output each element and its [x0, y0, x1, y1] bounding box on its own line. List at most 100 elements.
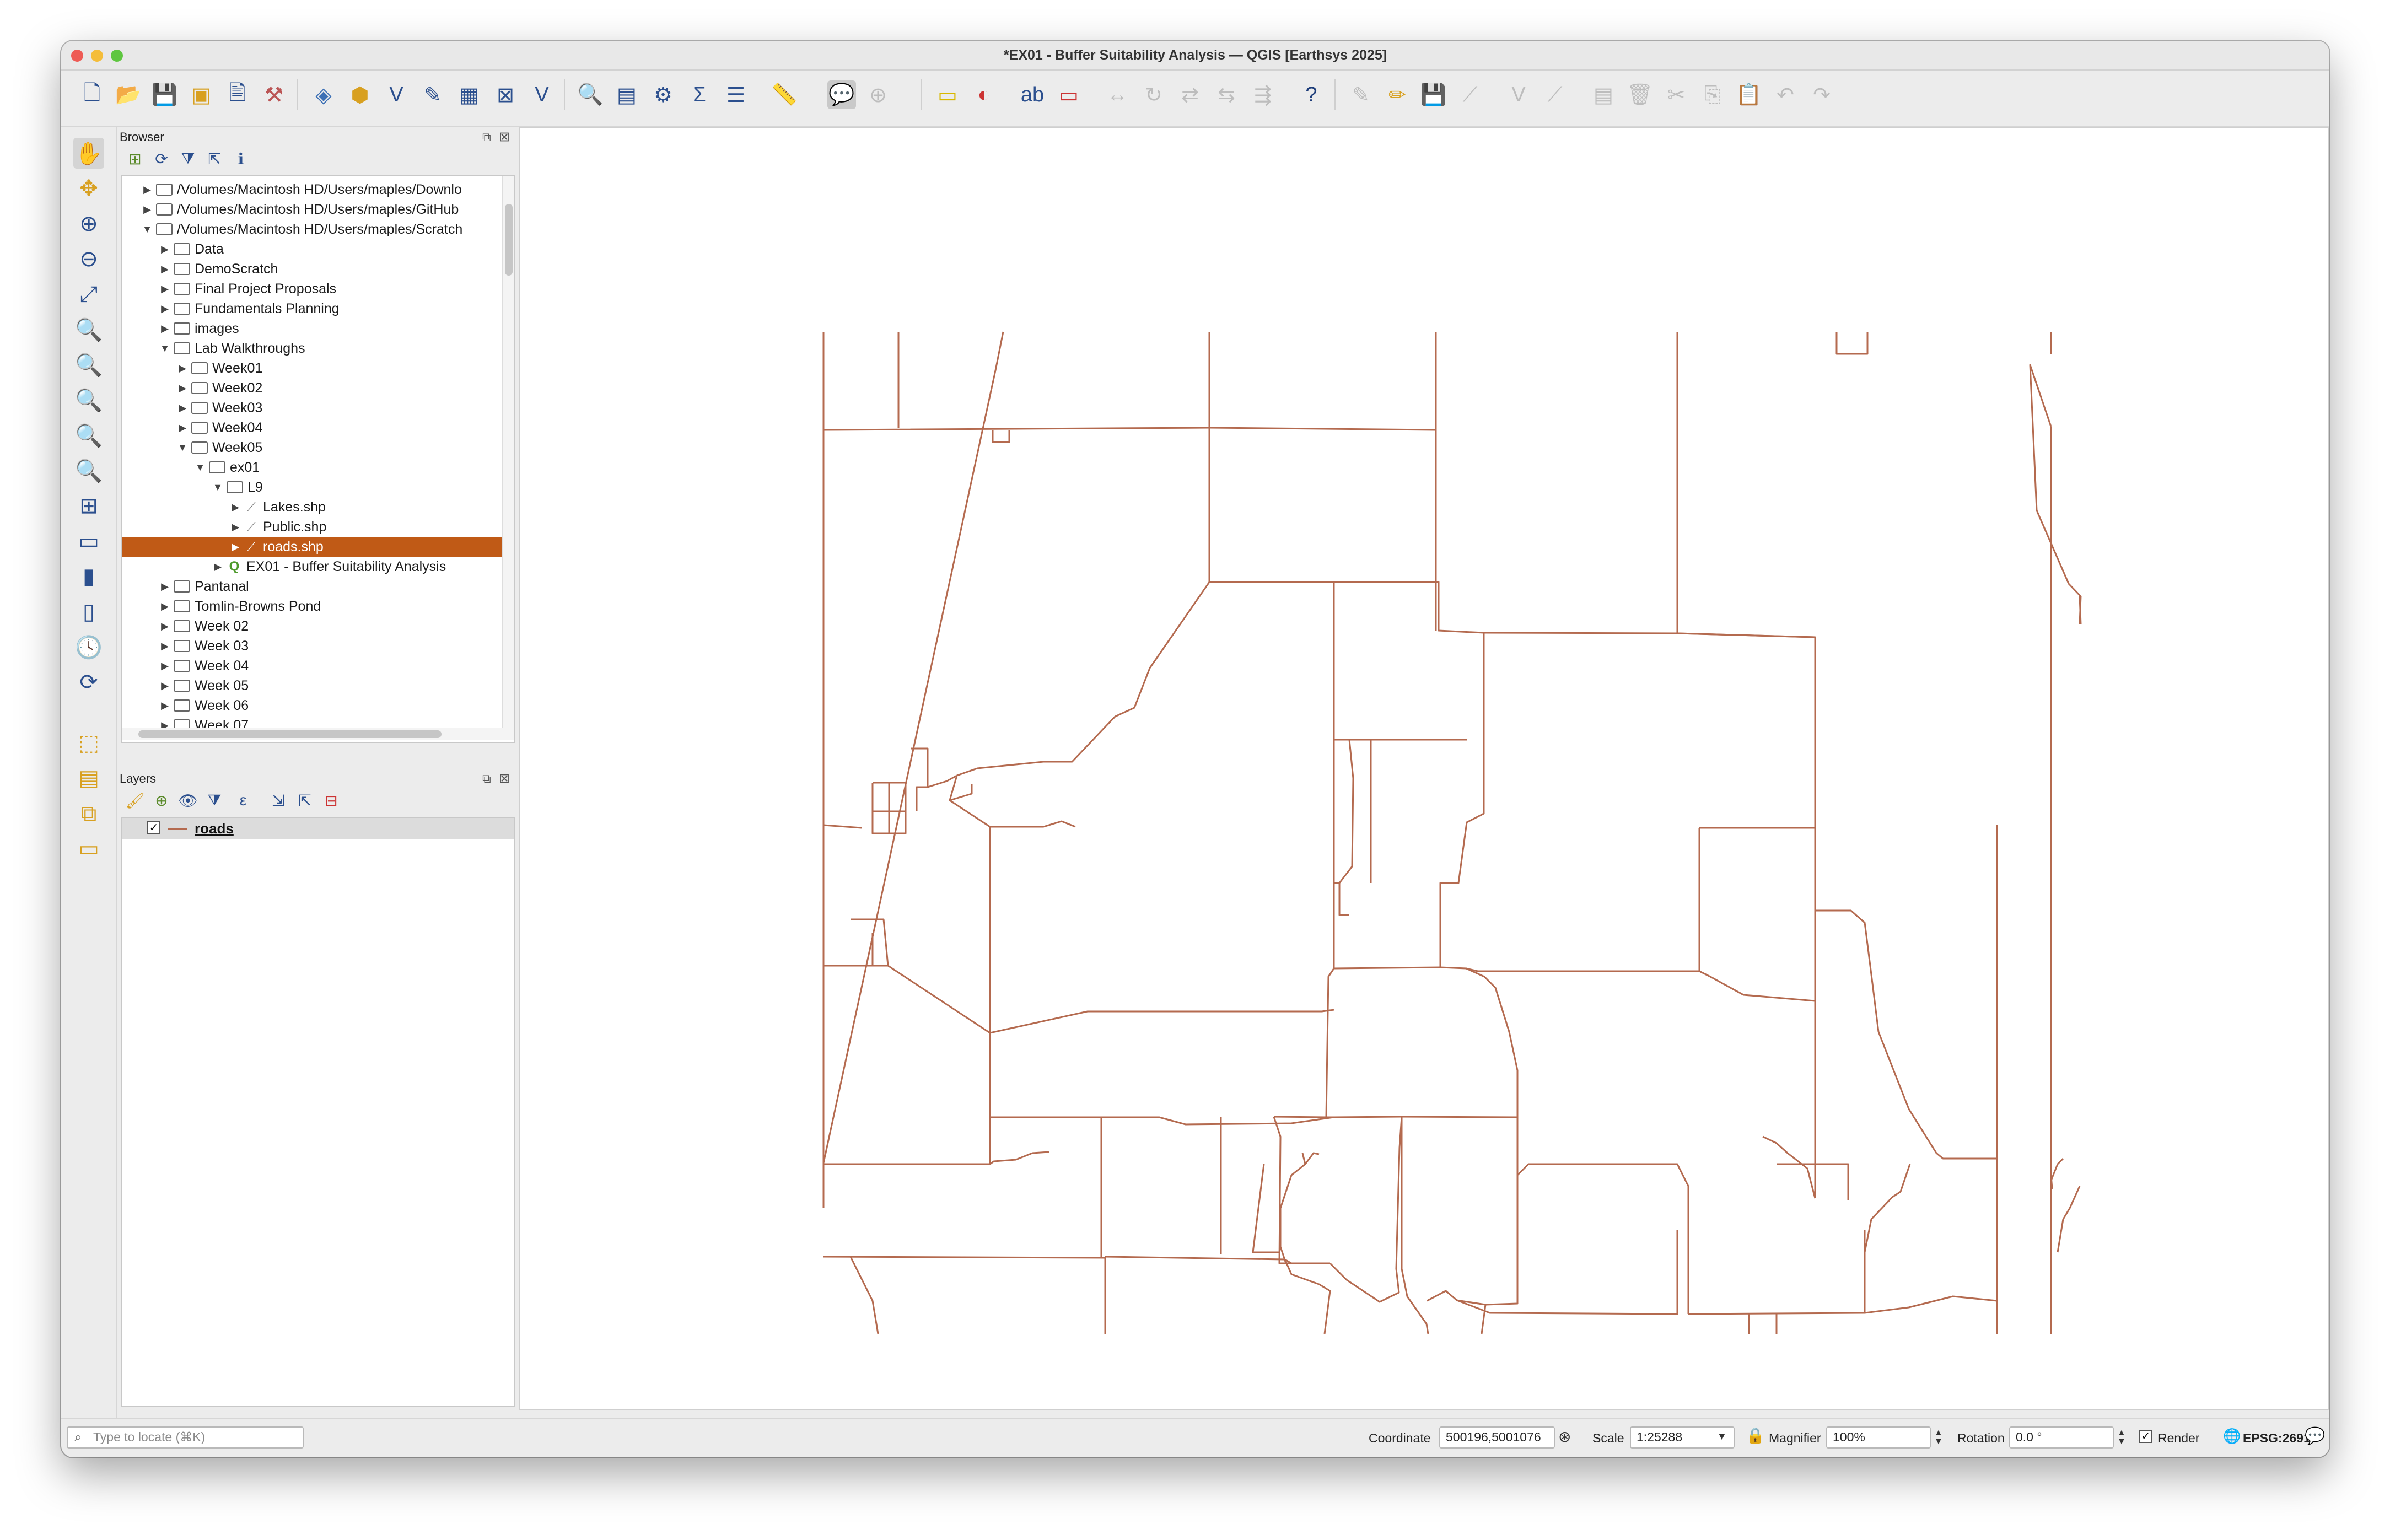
temporal-icon[interactable]: ▯ [73, 596, 104, 627]
zoom-out-icon[interactable]: ⊖ [73, 244, 104, 274]
collapsed-arrow-icon[interactable]: ▶ [177, 422, 188, 434]
open-project-icon[interactable]: 📂 [114, 80, 143, 109]
browser-item[interactable]: ▶ images [122, 319, 502, 338]
statistics-icon[interactable]: Σ [685, 80, 714, 109]
pan-icon[interactable]: ✋ [73, 138, 104, 169]
collapsed-arrow-icon[interactable]: ▶ [230, 521, 241, 533]
deselect-icon[interactable]: ⧉ [73, 798, 104, 829]
new-bookmark-icon[interactable]: ⊞ [73, 491, 104, 521]
collapse-all-icon[interactable]: ⇱ [202, 147, 227, 171]
refresh-icon[interactable]: ⟳ [73, 667, 104, 698]
layer-name[interactable]: roads [195, 820, 234, 837]
collapsed-arrow-icon[interactable]: ▶ [159, 660, 170, 672]
collapsed-arrow-icon[interactable]: ▶ [159, 263, 170, 275]
collapsed-arrow-icon[interactable]: ▶ [230, 502, 241, 513]
browser-item[interactable]: ▶ DemoScratch [122, 259, 502, 279]
browser-item[interactable]: ▶ ⟋ Lakes.shp [122, 497, 502, 517]
refresh-browser-icon[interactable]: ⟳ [149, 147, 174, 171]
add-wms-icon[interactable]: ⊠ [491, 80, 520, 109]
render-checkbox[interactable]: ✓ [2139, 1430, 2152, 1443]
hscroll-thumb[interactable] [138, 730, 442, 738]
messages-icon[interactable]: 💬 [2305, 1426, 2325, 1446]
add-group-icon[interactable]: ⊕ [149, 788, 174, 812]
close-panel-icon[interactable]: ⊠ [499, 771, 510, 787]
lock-scale-icon[interactable]: 🔒 [1746, 1426, 1765, 1445]
browser-item[interactable]: ▶ Week01 [122, 358, 502, 378]
manage-visibility-icon[interactable]: 👁 [176, 788, 200, 812]
rotation-spinbox[interactable]: 0.0 ° [2009, 1426, 2114, 1449]
crs-globe-icon[interactable]: 🌐 [2223, 1428, 2241, 1445]
browser-item[interactable]: ▶ Fundamentals Planning [122, 299, 502, 319]
mouse-coordinate-toggle-icon[interactable]: ⊛ [1558, 1428, 1571, 1446]
browser-item[interactable]: ▶ ⟋ roads.shp [122, 537, 502, 557]
expand-all-icon[interactable]: ⇲ [266, 788, 290, 812]
expanded-arrow-icon[interactable]: ▼ [159, 343, 170, 354]
layer-row-roads[interactable]: ✓ roads [122, 818, 514, 839]
map-canvas[interactable] [519, 127, 2329, 1410]
expanded-arrow-icon[interactable]: ▼ [177, 442, 188, 454]
browser-item[interactable]: ▼ L9 [122, 477, 502, 497]
magnifier-spinbox[interactable]: 100% [1826, 1426, 1931, 1449]
collapsed-arrow-icon[interactable]: ▶ [177, 402, 188, 414]
rotation-stepper-icon[interactable]: ▲ ▼ [2117, 1429, 2126, 1446]
select-location-icon[interactable]: ▭ [73, 833, 104, 864]
float-panel-icon[interactable]: ⧉ [482, 130, 491, 144]
zoom-in-icon[interactable]: ⊕ [73, 208, 104, 239]
label-show-icon[interactable]: ▭ [1054, 80, 1083, 109]
style-manager-icon[interactable]: ⚒ [260, 80, 288, 109]
collapsed-arrow-icon[interactable]: ▶ [177, 363, 188, 374]
collapsed-arrow-icon[interactable]: ▶ [159, 640, 170, 652]
collapsed-arrow-icon[interactable]: ▶ [159, 581, 170, 593]
select-features-icon[interactable]: ⬚ [73, 728, 104, 758]
add-raster-icon[interactable]: ▦ [455, 80, 483, 109]
browser-item[interactable]: ▶ /Volumes/Macintosh HD/Users/maples/Down… [122, 180, 502, 200]
collapsed-arrow-icon[interactable]: ▶ [230, 541, 241, 553]
zoom-to-layer-icon[interactable]: 🔍 [73, 349, 104, 380]
browser-item[interactable]: ▶ Week02 [122, 378, 502, 398]
collapsed-arrow-icon[interactable]: ▶ [159, 621, 170, 632]
zoom-full-icon[interactable]: ⤢ [73, 279, 104, 310]
layers-tree[interactable]: ✓ roads [121, 817, 515, 1407]
remove-layer-icon[interactable]: ⊟ [319, 788, 343, 812]
filter-browser-icon[interactable]: ⧩ [176, 147, 200, 171]
print-layout-icon[interactable]: 🖹 [223, 80, 252, 109]
help-icon[interactable]: ? [1297, 80, 1326, 109]
expanded-arrow-icon[interactable]: ▼ [142, 224, 153, 235]
collapsed-arrow-icon[interactable]: ▶ [159, 700, 170, 712]
browser-item[interactable]: ▼ Week05 [122, 438, 502, 457]
pan-to-selection-icon[interactable]: ✥ [73, 173, 104, 204]
vscroll-thumb[interactable] [505, 204, 513, 276]
browser-item[interactable]: ▶ Week 05 [122, 676, 502, 696]
collapsed-arrow-icon[interactable]: ▶ [159, 244, 170, 255]
coordinate-field[interactable]: 500196,5001076 [1439, 1426, 1555, 1449]
browser-tree[interactable]: ▶ /Volumes/Macintosh HD/Users/maples/Down… [121, 175, 515, 743]
show-bookmarks-icon[interactable]: ▭ [73, 526, 104, 557]
browser-item[interactable]: ▶ Q EX01 - Buffer Suitability Analysis [122, 557, 502, 577]
collapse-all-icon[interactable]: ⇱ [293, 788, 317, 812]
new-project-icon[interactable]: 🗋 [78, 80, 106, 109]
expanded-arrow-icon[interactable]: ▼ [212, 482, 223, 493]
browser-item[interactable]: ▶ Week 03 [122, 636, 502, 656]
properties-info-icon[interactable]: ℹ [229, 147, 253, 171]
browser-hscrollbar[interactable] [122, 728, 514, 740]
collapsed-arrow-icon[interactable]: ▶ [177, 383, 188, 394]
browser-item[interactable]: ▼ ex01 [122, 457, 502, 477]
filter-expression-icon[interactable]: ε [231, 788, 255, 812]
measure-icon[interactable]: 📏 [770, 80, 799, 109]
browser-item[interactable]: ▶ /Volumes/Macintosh HD/Users/maples/GitH… [122, 200, 502, 219]
browser-item[interactable]: ▶ Week04 [122, 418, 502, 438]
chevron-down-icon[interactable]: ▼ [1717, 1431, 1727, 1442]
toggle-editing-icon[interactable]: ✏ [1383, 80, 1412, 109]
collapsed-arrow-icon[interactable]: ▶ [159, 283, 170, 295]
browser-item[interactable]: ▶ Week 04 [122, 656, 502, 676]
style-layer-icon[interactable]: 🖌 [123, 788, 147, 812]
magnifier-stepper-icon[interactable]: ▲ ▼ [1934, 1429, 1943, 1446]
collapsed-arrow-icon[interactable]: ▶ [142, 204, 153, 216]
digitize-icon[interactable]: ✎ [418, 80, 447, 109]
save-as-icon[interactable]: ▣ [187, 80, 216, 109]
add-vector-tile-icon[interactable]: V [527, 80, 556, 109]
browser-item[interactable]: ▶ Week03 [122, 398, 502, 418]
annotation-icon[interactable]: ⊕ [864, 80, 892, 109]
attribute-table-icon[interactable]: ▤ [612, 80, 641, 109]
add-selected-layers-icon[interactable]: ⊞ [123, 147, 147, 171]
